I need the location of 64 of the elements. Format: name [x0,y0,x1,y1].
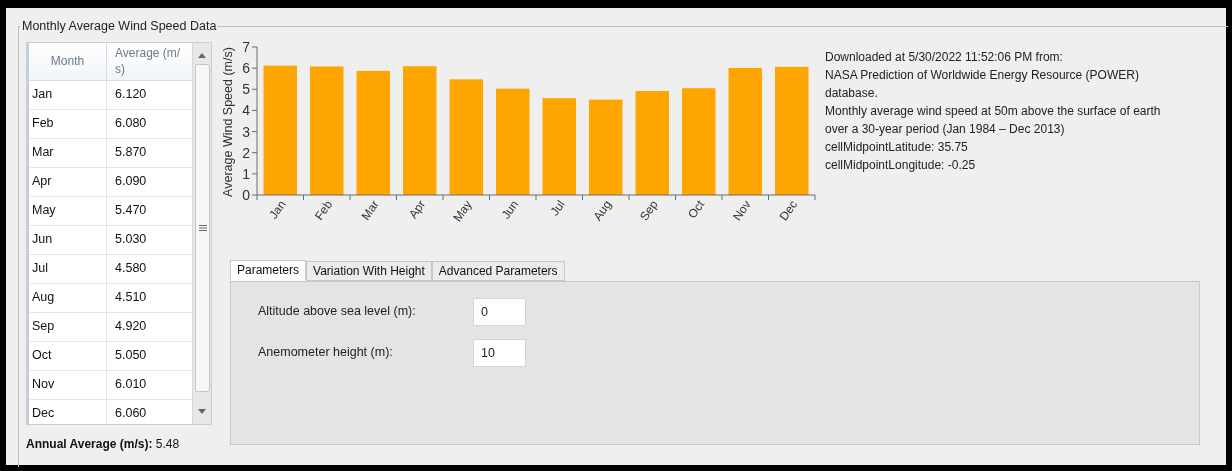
table-cell: Jan [29,80,107,109]
table-cell-text: 4.510 [114,289,148,307]
category-label: Jan [266,197,289,222]
info-text: cellMidpointLongitude: -0.25 [825,156,977,174]
table-cell: Jun [29,225,107,254]
column-header[interactable]: Month [29,42,107,80]
scrollbar[interactable] [192,42,211,424]
table-cell: May [29,196,107,225]
info-text: Downloaded at 5/30/2022 11:52:06 PM from: [825,48,1064,66]
table-cell-text: 4.580 [114,260,148,278]
table-cell-text: 6.090 [114,173,148,191]
category-label: Apr [406,197,429,221]
group-title: Monthly Average Wind Speed Data [21,18,218,35]
table-cell-text: 5.870 [114,144,148,162]
category-label: Oct [685,197,708,221]
table-cell: Jul [29,254,107,283]
tab[interactable]: Variation With Height [306,260,432,281]
table-cell: Nov [29,370,107,399]
tick-label: 3 [242,123,250,140]
table-cell-text: 6.080 [114,115,148,133]
category-label: Feb [311,197,336,223]
category-label: Jun [498,197,522,222]
field-label: Anemometer height (m): [258,344,394,362]
scroll-up-icon[interactable] [198,52,206,58]
table-cell-text: 6.120 [114,86,148,104]
scroll-thumb[interactable] [195,63,210,392]
tick-label: 4 [242,102,250,119]
grip-icon [199,224,207,231]
input-field[interactable]: 0 [473,297,526,326]
tick-label: 1 [242,165,250,182]
scroll-down-icon[interactable] [198,408,206,414]
table-cell: Oct [29,341,107,370]
table-cell-text: 5.470 [114,202,148,220]
axis-title: Average Wind Speed (m/s) [221,46,235,197]
table-cell: Aug [29,283,107,312]
table-cell-text: 5.030 [114,231,148,249]
table-cell: Feb [29,109,107,138]
table-cell-text: 5.050 [114,347,148,365]
category-label: Dec [776,197,801,223]
table-cell: Apr [29,167,107,196]
input-field[interactable]: 10 [473,338,526,367]
table-cell-text: 4.920 [114,318,148,336]
annual-average: Annual Average (m/s): 5.48 [26,435,181,453]
info-text: cellMidpointLatitude: 35.75 [825,138,969,156]
tick-label: 6 [242,59,250,76]
table-cell-text: 6.010 [114,376,148,394]
table-cell: Mar [29,138,107,167]
tab[interactable]: Advanced Parameters [431,260,565,281]
category-label: Sep [637,197,661,223]
field-label: Altitude above sea level (m): [258,303,417,321]
tick-label: 2 [242,144,250,161]
category-label: Nov [730,197,754,223]
tab[interactable]: Parameters [230,259,307,281]
tick-label: 7 [242,38,250,55]
category-label: Jul [547,197,568,219]
table-cell: Dec [29,399,107,424]
table-cell-text: 6.060 [114,405,148,423]
info-text: NASA Prediction of Worldwide Energy Resource (POWER) database. [825,66,1140,102]
info-text: Monthly average wind speed at 50m above the surface of earth over a 30-year period (Jan 1984 – Dec 2013) [825,102,1162,138]
table-cell: Sep [29,312,107,341]
category-label: Mar [358,197,382,223]
tick-label: 0 [242,186,250,203]
tick-label: 5 [242,81,250,98]
column-header[interactable]: Average (m/ s) [107,42,192,80]
